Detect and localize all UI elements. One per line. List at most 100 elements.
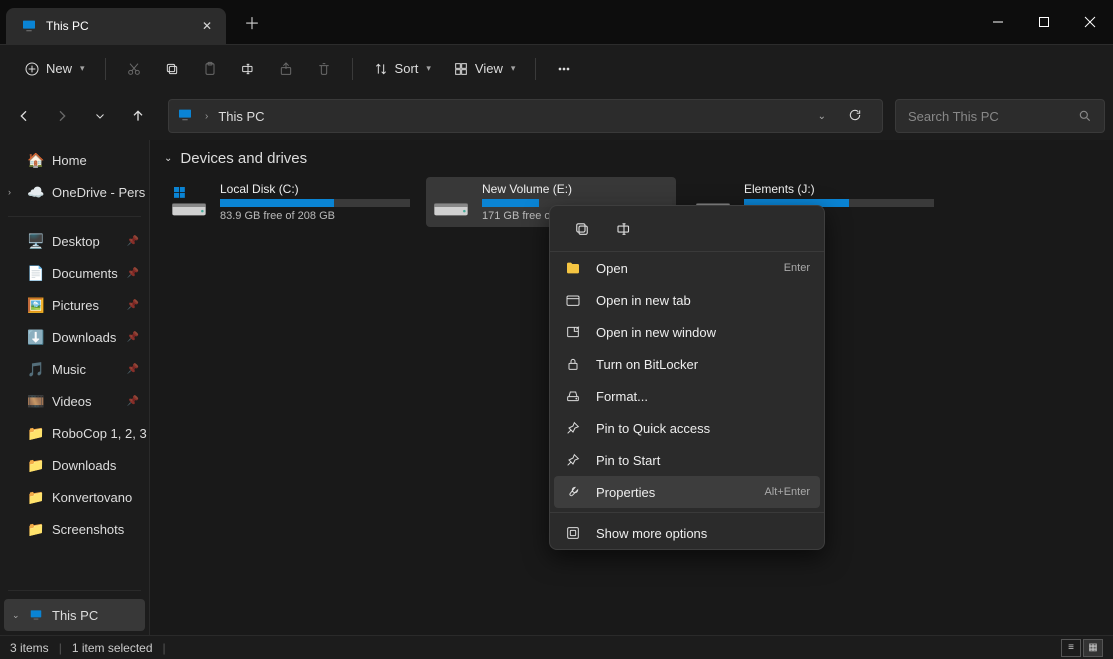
folder-icon xyxy=(564,259,582,277)
menu-item-pin-to-start[interactable]: Pin to Start xyxy=(550,444,824,476)
menu-item-label: Properties xyxy=(596,485,750,500)
titlebar: This PC ✕ ＋ xyxy=(0,0,1113,44)
new-tab-button[interactable]: ＋ xyxy=(244,10,260,34)
menu-item-pin-to-quick-access[interactable]: Pin to Quick access xyxy=(550,412,824,444)
share-button[interactable] xyxy=(270,53,302,85)
sort-button[interactable]: Sort ▾ xyxy=(365,53,439,85)
sidebar-item-screenshots[interactable]: 📁 Screenshots xyxy=(0,513,149,545)
refresh-button[interactable] xyxy=(836,108,874,125)
window-controls xyxy=(975,0,1113,44)
folder-icon: 🖥️ xyxy=(28,233,44,249)
sidebar-item-downloads[interactable]: ⬇️ Downloads 📌 xyxy=(0,321,149,353)
menu-item-label: Turn on BitLocker xyxy=(596,357,796,372)
toolbar: New ▾ Sort ▾ View ▾ xyxy=(0,44,1113,92)
sidebar-item-label: This PC xyxy=(52,608,98,623)
folder-icon: 📄 xyxy=(28,265,44,281)
sidebar-item-label: Videos xyxy=(52,394,92,409)
folder-icon: 📁 xyxy=(28,489,44,505)
menu-item-label: Open in new tab xyxy=(596,293,796,308)
chevron-down-icon: ▾ xyxy=(80,63,85,74)
menu-item-kbd: Alt+Enter xyxy=(764,486,810,498)
sidebar-item-label: Downloads xyxy=(52,330,116,345)
minimize-button[interactable] xyxy=(975,0,1021,44)
cut-button[interactable] xyxy=(118,53,150,85)
menu-item-open[interactable]: Open Enter xyxy=(550,252,824,284)
sidebar-item-documents[interactable]: 📄 Documents 📌 xyxy=(0,257,149,289)
drive-name: Local Disk (C:) xyxy=(220,182,410,196)
sidebar-item-music[interactable]: 🎵 Music 📌 xyxy=(0,353,149,385)
delete-button[interactable] xyxy=(308,53,340,85)
menu-item-open-in-new-window[interactable]: Open in new window xyxy=(550,316,824,348)
navbar: › This PC ⌄ Search This PC xyxy=(0,92,1113,140)
breadcrumb[interactable]: This PC xyxy=(218,109,264,124)
menu-item-properties[interactable]: Properties Alt+Enter xyxy=(554,476,820,508)
close-window-button[interactable] xyxy=(1067,0,1113,44)
menu-item-format-[interactable]: Format... xyxy=(550,380,824,412)
menu-item-label: Open xyxy=(596,261,770,276)
copy-button[interactable] xyxy=(568,215,596,243)
tiles-view-button[interactable]: ▦ xyxy=(1083,639,1103,657)
sidebar-item-downloads[interactable]: 📁 Downloads xyxy=(0,449,149,481)
menu-item-label: Pin to Quick access xyxy=(596,421,796,436)
pin-icon: 📌 xyxy=(127,268,139,279)
drive-name: New Volume (E:) xyxy=(482,182,672,196)
maximize-button[interactable] xyxy=(1021,0,1067,44)
monitor-icon xyxy=(20,17,38,35)
tab-icon xyxy=(564,291,582,309)
sidebar-item-konvertovano[interactable]: 📁 Konvertovano xyxy=(0,481,149,513)
status-count: 3 items xyxy=(10,641,49,655)
context-menu-top-actions xyxy=(550,206,824,252)
tab-this-pc[interactable]: This PC ✕ xyxy=(6,8,226,44)
search-input[interactable]: Search This PC xyxy=(895,99,1105,133)
address-bar[interactable]: › This PC ⌄ xyxy=(168,99,883,133)
divider xyxy=(8,216,141,217)
menu-item-label: Open in new window xyxy=(596,325,796,340)
back-button[interactable] xyxy=(8,100,40,132)
window-icon xyxy=(564,323,582,341)
sidebar-item-label: Desktop xyxy=(52,234,100,249)
chevron-down-icon[interactable]: ⌄ xyxy=(818,111,826,122)
view-mode-switcher: ≡ ▦ xyxy=(1061,639,1103,657)
copy-button[interactable] xyxy=(156,53,188,85)
chevron-right-icon[interactable]: › xyxy=(8,187,11,197)
sidebar-item-label: Home xyxy=(52,153,87,168)
view-button[interactable]: View ▾ xyxy=(445,53,523,85)
more-button[interactable] xyxy=(548,53,580,85)
hdd-icon xyxy=(168,181,210,223)
sidebar-item-this-pc[interactable]: ⌄ This PC xyxy=(4,599,145,631)
divider: | xyxy=(59,641,62,655)
new-button[interactable]: New ▾ xyxy=(16,53,93,85)
tab-title: This PC xyxy=(46,19,194,33)
menu-item-label: Format... xyxy=(596,389,796,404)
menu-item-open-in-new-tab[interactable]: Open in new tab xyxy=(550,284,824,316)
menu-item-turn-on-bitlocker[interactable]: Turn on BitLocker xyxy=(550,348,824,380)
close-tab-icon[interactable]: ✕ xyxy=(202,19,212,33)
sidebar-item-robocop-1-2-3[interactable]: 📁 RoboCop 1, 2, 3 xyxy=(0,417,149,449)
pin-icon: 📌 xyxy=(127,236,139,247)
folder-icon: 🎵 xyxy=(28,361,44,377)
cloud-icon: ☁️ xyxy=(28,184,44,200)
divider xyxy=(8,590,141,591)
folder-icon: 📁 xyxy=(28,521,44,537)
sidebar-item-home[interactable]: 🏠 Home xyxy=(0,144,149,176)
forward-button[interactable] xyxy=(46,100,78,132)
sidebar: 🏠 Home › ☁️ OneDrive - Pers 🖥️ Desktop 📌… xyxy=(0,140,150,635)
menu-item-show-more-options[interactable]: Show more options xyxy=(550,517,824,549)
chevron-down-icon[interactable]: ⌄ xyxy=(12,610,20,621)
up-button[interactable] xyxy=(122,100,154,132)
sidebar-item-onedrive[interactable]: › ☁️ OneDrive - Pers xyxy=(0,176,149,208)
rename-button[interactable] xyxy=(232,53,264,85)
pin-icon xyxy=(564,451,582,469)
drive-item[interactable]: Local Disk (C:) 83.9 GB free of 208 GB xyxy=(164,177,414,227)
paste-button[interactable] xyxy=(194,53,226,85)
sidebar-item-pictures[interactable]: 🖼️ Pictures 📌 xyxy=(0,289,149,321)
rename-button[interactable] xyxy=(610,215,638,243)
recent-button[interactable] xyxy=(84,100,116,132)
sidebar-item-desktop[interactable]: 🖥️ Desktop 📌 xyxy=(0,225,149,257)
sidebar-item-videos[interactable]: 🎞️ Videos 📌 xyxy=(0,385,149,417)
chevron-down-icon: ⌄ xyxy=(164,153,172,164)
monitor-icon xyxy=(177,107,195,125)
section-header[interactable]: ⌄ Devices and drives xyxy=(164,150,1099,167)
sidebar-item-label: Downloads xyxy=(52,458,116,473)
details-view-button[interactable]: ≡ xyxy=(1061,639,1081,657)
